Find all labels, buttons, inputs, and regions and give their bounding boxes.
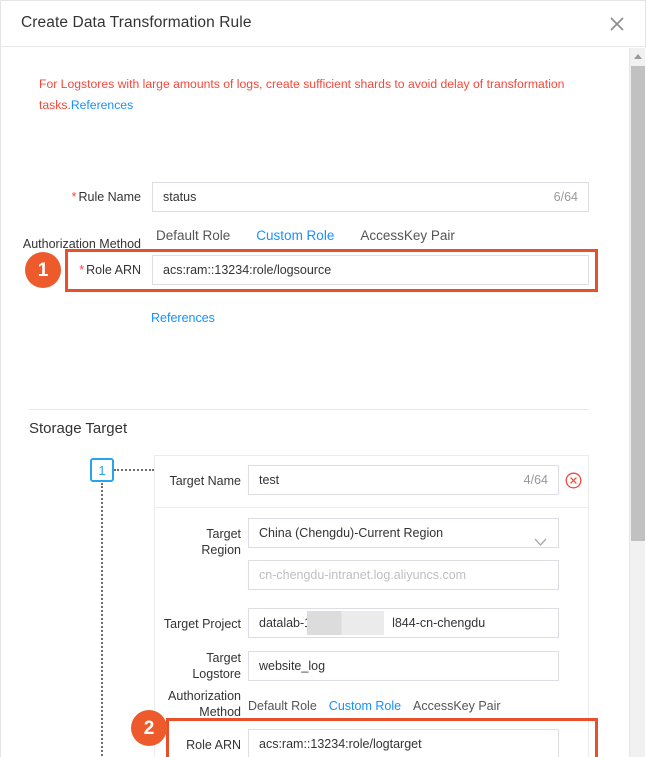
annotation-badge-2: 2 <box>131 710 167 746</box>
vertical-scrollbar[interactable] <box>629 48 645 757</box>
target-region-select[interactable]: China (Chengdu)-Current Region <box>248 518 559 548</box>
delete-circle-icon[interactable] <box>565 472 582 489</box>
annotation-badge-1: 1 <box>25 252 61 288</box>
authorization-method-label: Authorization Method <box>22 237 141 251</box>
target-region-value: China (Chengdu)-Current Region <box>259 526 444 540</box>
rule-name-label: * Rule Name <box>46 189 141 205</box>
target-authorization-method-label: Authorization Method <box>168 689 241 719</box>
storage-target-heading: Storage Target <box>29 420 128 437</box>
target-project-suffix: l844-cn-chengdu <box>392 616 486 630</box>
target-logstore-label: Target Logstore <box>192 651 241 681</box>
source-role-arn-label-text: Role ARN <box>86 263 141 277</box>
tab-default-role[interactable]: Default Role <box>156 228 230 243</box>
chevron-down-icon <box>534 529 547 557</box>
page-title: Create Data Transformation Rule <box>21 14 252 31</box>
required-asterisk: * <box>79 263 85 277</box>
dialog-content: For Logstores with large amounts of logs… <box>1 48 617 757</box>
tab-custom-role[interactable]: Custom Role <box>256 228 334 243</box>
warning-references-link[interactable]: References <box>71 98 133 112</box>
target-role-arn-value: acs:ram::13234:role/logtarget <box>259 737 422 751</box>
source-references-link[interactable]: References <box>151 311 215 325</box>
required-asterisk: * <box>71 190 77 204</box>
card-separator <box>155 507 588 508</box>
dialog-titlebar: Create Data Transformation Rule <box>1 1 645 47</box>
target-logstore-input[interactable]: website_log <box>248 651 559 681</box>
target-name-input[interactable]: test 4/64 <box>248 465 559 495</box>
target-tab-accesskey-pair[interactable]: AccessKey Pair <box>413 699 501 713</box>
close-icon[interactable] <box>603 10 631 38</box>
rule-name-label-text: Rule Name <box>78 190 141 204</box>
target-logstore-value: website_log <box>259 659 326 673</box>
triangle-up-icon[interactable] <box>630 48 645 65</box>
target-tab-custom-role[interactable]: Custom Role <box>329 699 401 713</box>
target-region-label: Target Region <box>201 527 241 557</box>
storage-target-step-marker: 1 <box>90 458 114 482</box>
target-authorization-method-tabs: Default Role Custom Role AccessKey Pair <box>248 698 513 713</box>
endpoint-input[interactable]: cn-chengdu-intranet.log.aliyuncs.com <box>248 560 559 590</box>
endpoint-placeholder: cn-chengdu-intranet.log.aliyuncs.com <box>259 568 467 582</box>
target-role-arn-input[interactable]: acs:ram::13234:role/logtarget <box>248 729 559 757</box>
authorization-method-tabs: Default Role Custom Role AccessKey Pair <box>156 228 481 243</box>
warning-message: For Logstores with large amounts of logs… <box>39 74 569 116</box>
rule-name-input[interactable]: status 6/64 <box>152 182 589 212</box>
target-name-label: Target Name <box>169 474 241 488</box>
connector-horizontal <box>114 469 154 471</box>
target-project-label: Target Project <box>163 617 241 631</box>
target-role-arn-label: Role ARN <box>186 738 241 752</box>
target-name-counter: 4/64 <box>523 473 548 487</box>
create-data-transformation-rule-dialog: Create Data Transformation Rule For Logs… <box>0 0 646 757</box>
target-name-value: test <box>259 473 280 487</box>
source-role-arn-label: * Role ARN <box>61 262 141 278</box>
source-role-arn-value: acs:ram::13234:role/logsource <box>163 263 332 277</box>
source-role-arn-input[interactable]: acs:ram::13234:role/logsource <box>152 255 589 285</box>
rule-name-value: status <box>163 190 197 204</box>
target-project-input[interactable]: datalab-13 l844-cn-chengdu <box>248 608 559 638</box>
target-tab-default-role[interactable]: Default Role <box>248 699 317 713</box>
redaction-mask <box>307 611 384 635</box>
tab-accesskey-pair[interactable]: AccessKey Pair <box>360 228 455 243</box>
connector-vertical <box>101 483 103 757</box>
rule-name-counter: 6/64 <box>553 190 578 204</box>
dialog-scroll-area: For Logstores with large amounts of logs… <box>1 48 646 757</box>
scrollbar-thumb[interactable] <box>631 66 645 541</box>
section-divider <box>29 409 589 410</box>
